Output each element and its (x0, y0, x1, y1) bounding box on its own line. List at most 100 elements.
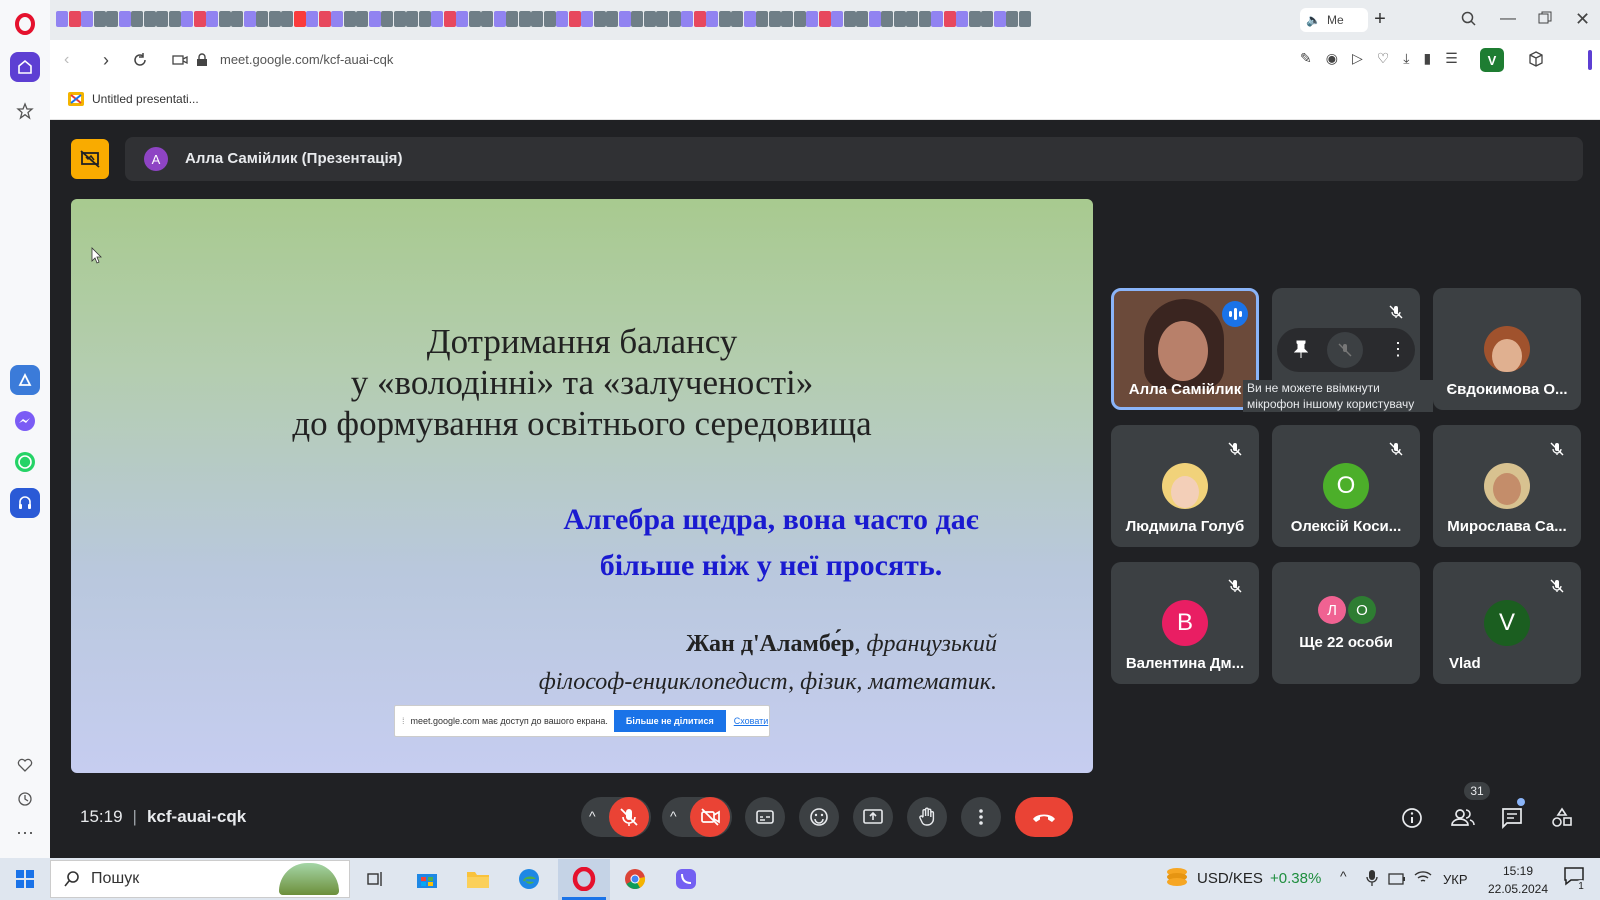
browser-tab[interactable] (856, 11, 868, 27)
chevron-up-icon[interactable]: ^ (670, 808, 677, 824)
edge-icon[interactable] (514, 864, 544, 894)
music-player-icon[interactable] (10, 488, 40, 518)
browser-tab[interactable] (531, 11, 543, 27)
raise-hand-button[interactable] (907, 797, 947, 837)
easy-setup-icon[interactable]: ☰ (1445, 50, 1458, 67)
browser-tab[interactable] (768, 11, 781, 27)
opera-logo-icon[interactable] (10, 9, 40, 39)
browser-tab[interactable] (806, 11, 818, 27)
mic-toggle-button[interactable] (609, 797, 649, 837)
star-icon[interactable] (10, 96, 40, 126)
camera-indicator-icon[interactable] (172, 53, 188, 72)
reload-icon[interactable] (132, 52, 148, 73)
browser-tab[interactable] (268, 11, 281, 27)
browser-tab[interactable] (181, 11, 193, 27)
reactions-button[interactable] (799, 797, 839, 837)
network-icon[interactable] (1414, 869, 1432, 890)
browser-tab[interactable] (756, 11, 768, 27)
participant-tile[interactable]: Людмила Голуб (1111, 425, 1259, 547)
browser-tab[interactable] (368, 11, 381, 27)
browser-tab[interactable] (331, 11, 343, 27)
browser-tab[interactable] (568, 11, 581, 27)
meeting-details-button[interactable] (1400, 806, 1424, 835)
browser-tab[interactable] (718, 11, 731, 27)
more-options-button[interactable] (961, 797, 1001, 837)
drag-handle[interactable]: ⁞ (402, 716, 405, 726)
clock[interactable]: 15:19 22.05.2024 (1478, 862, 1558, 898)
chat-button[interactable] (1500, 806, 1524, 835)
browser-tab[interactable] (743, 11, 756, 27)
browser-tab[interactable] (918, 11, 931, 27)
browser-tab[interactable] (1018, 11, 1031, 27)
browser-tab[interactable] (943, 11, 956, 27)
messenger-icon[interactable] (10, 406, 40, 436)
participant-tile[interactable]: Мирослава Са... (1433, 425, 1581, 547)
profile-avatar[interactable]: V (1480, 48, 1504, 72)
browser-tab[interactable] (706, 11, 718, 27)
present-button[interactable] (853, 797, 893, 837)
browser-tab[interactable] (256, 11, 268, 27)
browser-tab[interactable] (318, 11, 331, 27)
browser-tab[interactable] (106, 11, 118, 27)
browser-tab[interactable] (981, 11, 993, 27)
search-tabs-icon[interactable] (1460, 10, 1478, 33)
favorite-icon[interactable]: ♡ (1377, 50, 1390, 67)
back-icon[interactable]: ‹ (64, 51, 69, 69)
download-icon[interactable]: ⤓ (1403, 50, 1409, 67)
browser-tab[interactable] (843, 11, 856, 27)
chevron-up-icon[interactable]: ^ (589, 808, 596, 824)
browser-tab[interactable] (293, 11, 306, 27)
browser-tab[interactable] (118, 11, 131, 27)
captions-button[interactable] (745, 797, 785, 837)
browser-tab[interactable] (81, 11, 93, 27)
browser-tab[interactable] (468, 11, 481, 27)
browser-tab[interactable] (281, 11, 293, 27)
browser-tab[interactable] (643, 11, 656, 27)
taskbar-search[interactable]: Пошук (50, 860, 350, 898)
browser-tab[interactable] (581, 11, 593, 27)
browser-tab[interactable] (656, 11, 668, 27)
browser-tab[interactable] (681, 11, 693, 27)
camera-toggle-button[interactable] (690, 797, 730, 837)
browser-tab[interactable] (993, 11, 1006, 27)
browser-tab[interactable] (968, 11, 981, 27)
leave-call-button[interactable] (1015, 797, 1073, 837)
browser-tab[interactable] (168, 11, 181, 27)
browser-tab[interactable] (593, 11, 606, 27)
browser-tab[interactable] (393, 11, 406, 27)
browser-tab[interactable] (906, 11, 918, 27)
browser-tab[interactable] (893, 11, 906, 27)
ticker-symbol[interactable]: USD/KES (1197, 870, 1263, 887)
viber-icon[interactable] (671, 864, 701, 894)
participant-tile[interactable]: В Валентина Дм... (1111, 562, 1259, 684)
windows-start-icon[interactable] (10, 864, 40, 894)
battery-icon[interactable] (1388, 872, 1406, 890)
participant-tile[interactable]: Євдокимова О... (1433, 288, 1581, 410)
browser-tab[interactable] (481, 11, 493, 27)
browser-tab[interactable] (56, 11, 68, 27)
pin-icon[interactable] (1293, 340, 1309, 363)
bookmark-item[interactable]: Untitled presentati... (68, 92, 199, 106)
snapshot-icon[interactable]: ◉ (1326, 50, 1338, 67)
participant-tile[interactable]: Алла Самійлик (1111, 288, 1259, 410)
browser-tab[interactable] (506, 11, 518, 27)
browser-tab[interactable] (631, 11, 643, 27)
participant-tile[interactable]: V Vlad (1433, 562, 1581, 684)
browser-tab[interactable] (931, 11, 943, 27)
active-tab[interactable]: 🔈 Me (1300, 8, 1368, 32)
browser-tab[interactable] (418, 11, 431, 27)
browser-tab[interactable] (356, 11, 368, 27)
browser-tab[interactable] (456, 11, 468, 27)
browser-tab[interactable] (831, 11, 843, 27)
heart-icon[interactable] (10, 750, 40, 780)
opera-taskbar-icon[interactable] (569, 864, 599, 894)
home-icon[interactable] (10, 52, 40, 82)
browser-tab[interactable] (193, 11, 206, 27)
participant-tile[interactable]: Л О Ще 22 особи (1272, 562, 1420, 684)
browser-tab[interactable] (243, 11, 256, 27)
browser-tab[interactable] (793, 11, 806, 27)
browser-tab[interactable] (606, 11, 618, 27)
browser-tab[interactable] (881, 11, 893, 27)
new-tab-icon[interactable]: + (1368, 8, 1392, 32)
sidebar-toggle[interactable] (1588, 50, 1592, 70)
